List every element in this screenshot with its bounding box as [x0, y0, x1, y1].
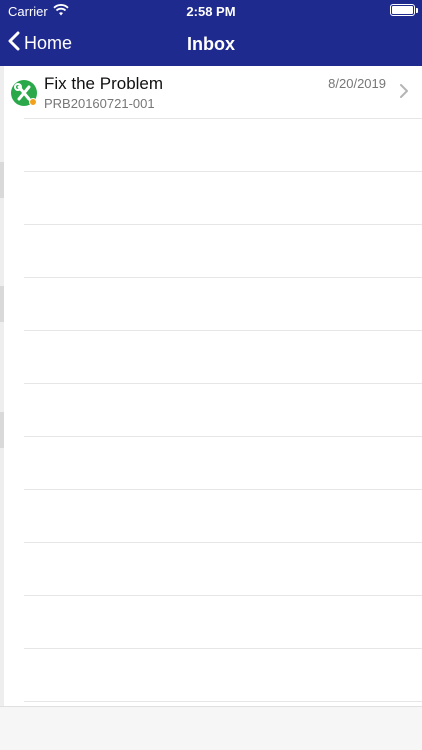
wrench-icon	[11, 80, 37, 106]
empty-row	[4, 278, 422, 331]
inbox-item-date: 8/20/2019	[328, 76, 386, 91]
empty-row	[4, 119, 422, 172]
battery-icon	[390, 4, 418, 16]
inbox-item[interactable]: Fix the Problem PRB20160721-001 8/20/201…	[4, 66, 422, 119]
empty-row	[4, 225, 422, 278]
page-title: Inbox	[187, 34, 235, 54]
empty-row	[4, 172, 422, 225]
bottom-toolbar	[0, 706, 422, 750]
status-bar: Carrier 2:58 PM	[0, 0, 422, 22]
empty-row	[4, 596, 422, 649]
empty-row	[4, 490, 422, 543]
chevron-right-icon	[400, 84, 408, 103]
empty-row	[4, 649, 422, 702]
inbox-item-title: Fix the Problem	[44, 74, 164, 93]
inbox-list: Fix the Problem PRB20160721-001 8/20/201…	[4, 66, 422, 706]
empty-row	[4, 331, 422, 384]
status-time: 2:58 PM	[186, 4, 236, 19]
navigation-bar: Home Inbox	[0, 22, 422, 66]
status-dot	[29, 98, 37, 106]
empty-row	[4, 543, 422, 596]
app-header: Carrier 2:58 PM Home Inbox	[0, 0, 422, 66]
row-divider	[24, 701, 422, 702]
empty-row	[4, 437, 422, 490]
empty-row	[4, 384, 422, 437]
inbox-item-id: PRB20160721-001	[44, 96, 155, 111]
